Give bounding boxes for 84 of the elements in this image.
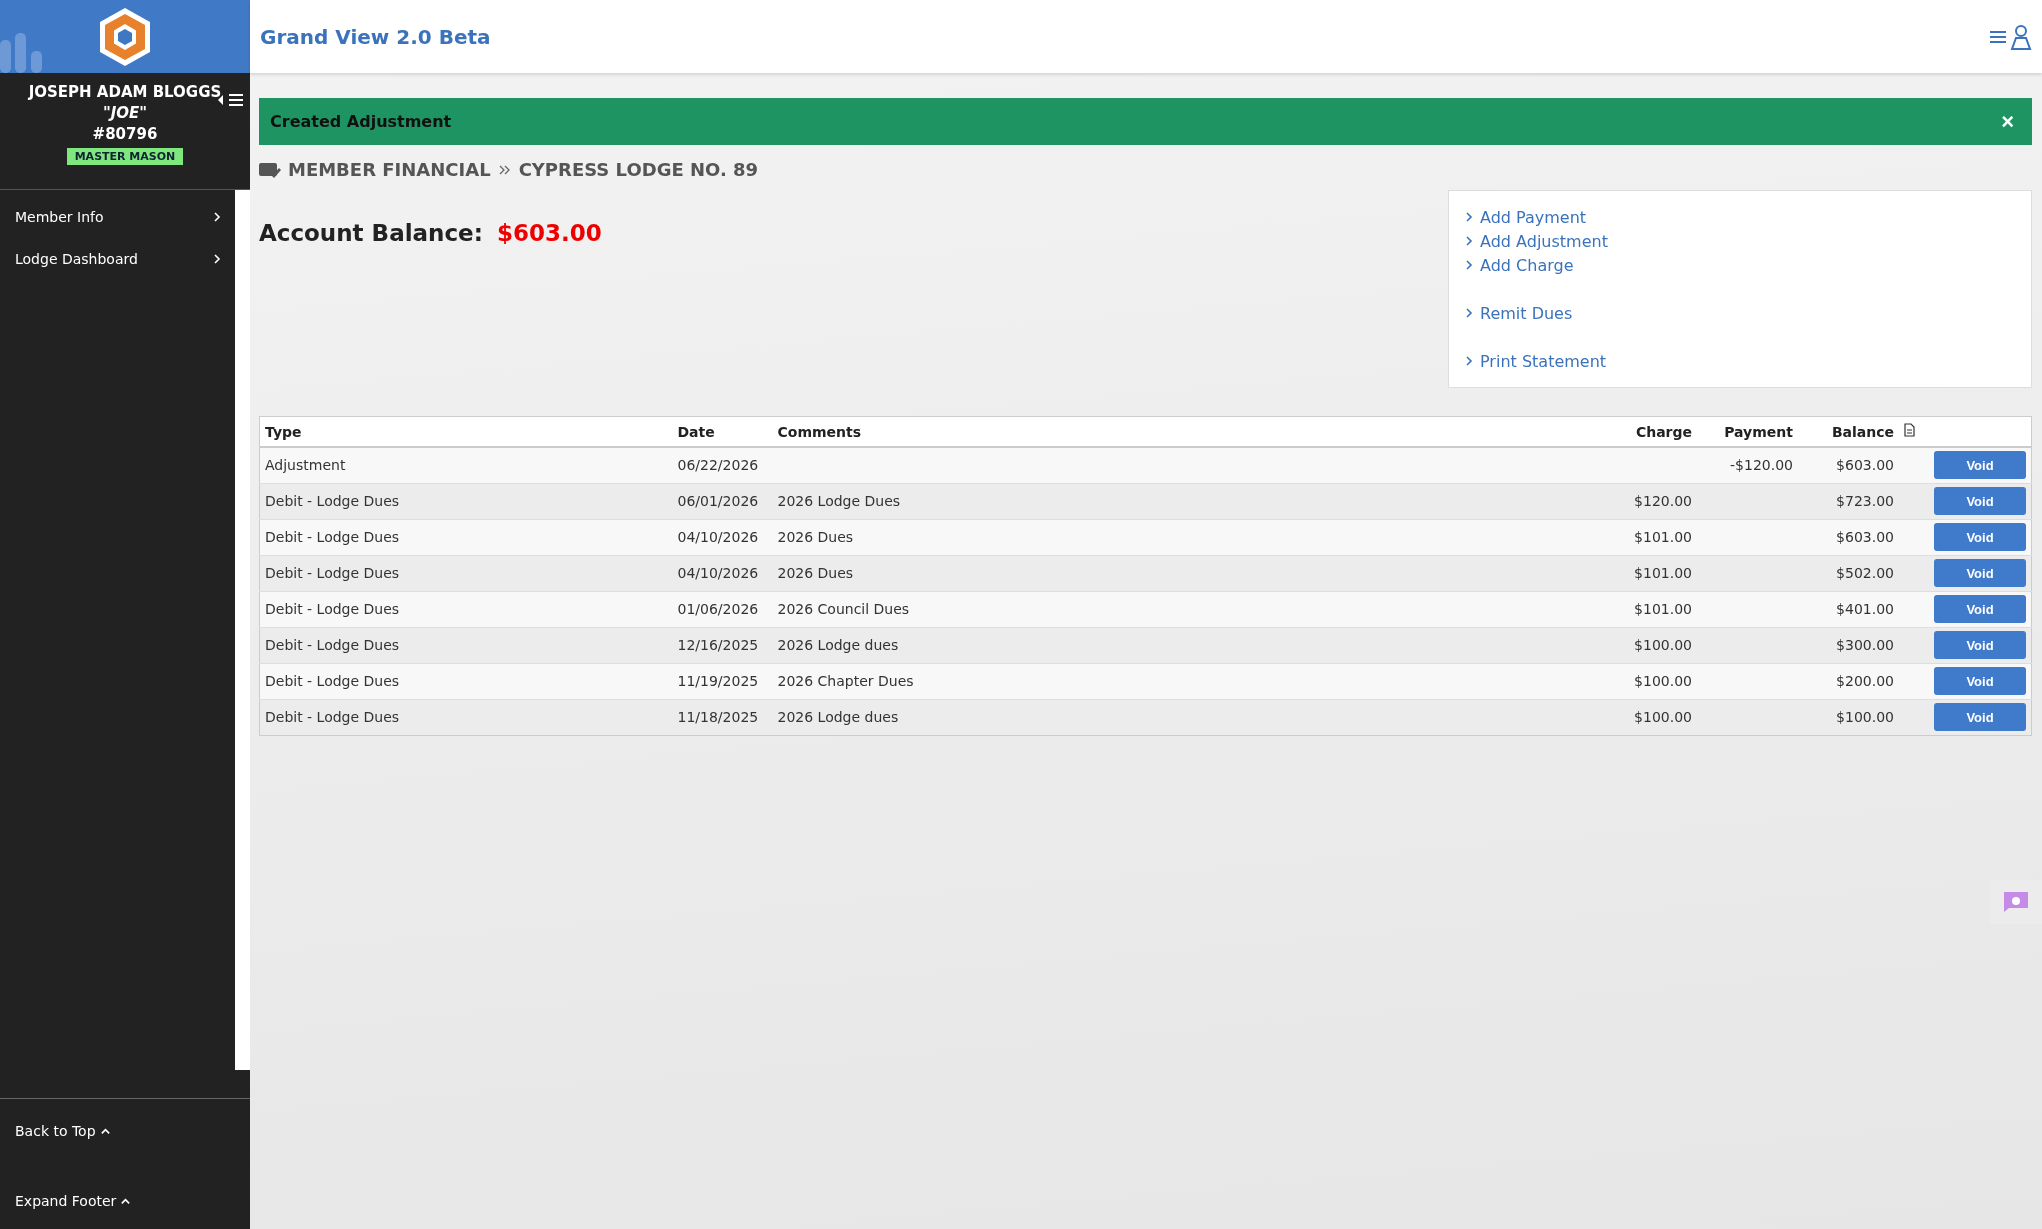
chevron-right-icon: [1463, 307, 1475, 319]
sidebar-item[interactable]: Member Info: [0, 196, 235, 238]
member-name: JOSEPH ADAM BLOGGS: [28, 83, 222, 101]
table-cell: 06/01/2026: [672, 483, 773, 519]
member-nickname: "JOE": [102, 104, 148, 122]
sidebar-item[interactable]: Lodge Dashboard: [0, 238, 235, 280]
table-cell: 2026 Lodge dues: [772, 627, 1567, 663]
table-cell: 01/06/2026: [672, 591, 773, 627]
table-cell: $401.00: [1798, 591, 1899, 627]
alert-message: Created Adjustment: [270, 112, 452, 131]
table-cell: Debit - Lodge Dues: [259, 627, 673, 663]
void-button[interactable]: Void: [1934, 487, 2026, 515]
table-cell: $101.00: [1567, 555, 1697, 591]
degree-badge: MASTER MASON: [66, 148, 184, 165]
chevron-right-icon: [211, 211, 223, 223]
action-link[interactable]: Add Adjustment: [1463, 229, 1608, 253]
close-button[interactable]: ×: [1997, 108, 2018, 135]
caret-up-icon: [99, 1125, 111, 1137]
table-cell: $603.00: [1798, 447, 1899, 483]
table-cell: $300.00: [1798, 627, 1899, 663]
table-cell: Debit - Lodge Dues: [259, 519, 673, 555]
table-cell: 11/18/2025: [672, 699, 773, 735]
table-cell: 2026 Lodge dues: [772, 699, 1567, 735]
table-cell: $100.00: [1567, 627, 1697, 663]
table-cell: $502.00: [1798, 555, 1899, 591]
action-link[interactable]: Print Statement: [1463, 349, 1607, 373]
app-title: Grand View 2.0 Beta: [260, 24, 491, 49]
table-cell: -$120.00: [1697, 447, 1798, 483]
user-icon[interactable]: [2010, 23, 2032, 50]
footer-link[interactable]: Expand Footer: [0, 1181, 147, 1221]
table-cell: 2026 Council Dues: [772, 591, 1567, 627]
void-button[interactable]: Void: [1934, 631, 2026, 659]
table-cell: 2026 Dues: [772, 519, 1567, 555]
sidebar-toggle-button[interactable]: [218, 93, 244, 107]
table-cell: 2026 Dues: [772, 555, 1567, 591]
table-cell: 06/22/2026: [672, 447, 773, 483]
table-cell: $101.00: [1567, 591, 1697, 627]
void-button[interactable]: Void: [1934, 667, 2026, 695]
table-cell: 04/10/2026: [672, 555, 773, 591]
action-link[interactable]: Add Charge: [1463, 253, 1574, 277]
table-cell: Debit - Lodge Dues: [259, 699, 673, 735]
action-link[interactable]: Remit Dues: [1463, 301, 1573, 325]
table-cell: 11/19/2025: [672, 663, 773, 699]
void-button[interactable]: Void: [1934, 523, 2026, 551]
table-cell: 2026 Chapter Dues: [772, 663, 1567, 699]
footer-link[interactable]: Back to Top: [0, 1111, 126, 1151]
double-chevron-icon: [497, 163, 512, 176]
table-cell: Debit - Lodge Dues: [259, 663, 673, 699]
table-cell: $100.00: [1567, 699, 1697, 735]
chevron-right-icon: [1463, 355, 1475, 367]
document-icon[interactable]: [1904, 423, 1915, 437]
chevron-right-icon: [1463, 259, 1475, 271]
table-cell: $120.00: [1567, 483, 1697, 519]
table-cell: Adjustment: [259, 447, 673, 483]
table-cell: $100.00: [1798, 699, 1899, 735]
table-cell: 12/16/2025: [672, 627, 773, 663]
table-cell: $603.00: [1798, 519, 1899, 555]
table-cell: Debit - Lodge Dues: [259, 591, 673, 627]
table-cell: Debit - Lodge Dues: [259, 483, 673, 519]
table-cell: $200.00: [1798, 663, 1899, 699]
balance-label: Account Balance:: [259, 220, 483, 248]
breadcrumb-item: MEMBER FINANCIAL: [288, 159, 491, 180]
table-cell: 04/10/2026: [672, 519, 773, 555]
table-cell: $723.00: [1798, 483, 1899, 519]
table-cell: 2026 Lodge Dues: [772, 483, 1567, 519]
table-cell: Debit - Lodge Dues: [259, 555, 673, 591]
void-button[interactable]: Void: [1934, 451, 2026, 480]
hexagon-logo: [99, 6, 151, 67]
chevron-right-icon: [211, 253, 223, 265]
breadcrumb-item: CYPRESS LODGE NO. 89: [518, 159, 759, 180]
chevron-right-icon: [1463, 211, 1475, 223]
action-link[interactable]: Add Payment: [1463, 205, 1587, 229]
void-button[interactable]: Void: [1934, 703, 2026, 731]
balance-amount: $603.00: [496, 220, 602, 248]
void-button[interactable]: Void: [1934, 595, 2026, 623]
member-number: #80796: [92, 125, 158, 143]
chevron-right-icon: [1463, 235, 1475, 247]
void-button[interactable]: Void: [1934, 559, 2026, 587]
table-cell: $101.00: [1567, 519, 1697, 555]
menu-icon[interactable]: [1990, 29, 2006, 44]
chat-icon: [2003, 891, 2029, 913]
money-card-icon: [259, 161, 281, 178]
caret-up-icon: [120, 1195, 132, 1207]
table-cell: $100.00: [1567, 663, 1697, 699]
